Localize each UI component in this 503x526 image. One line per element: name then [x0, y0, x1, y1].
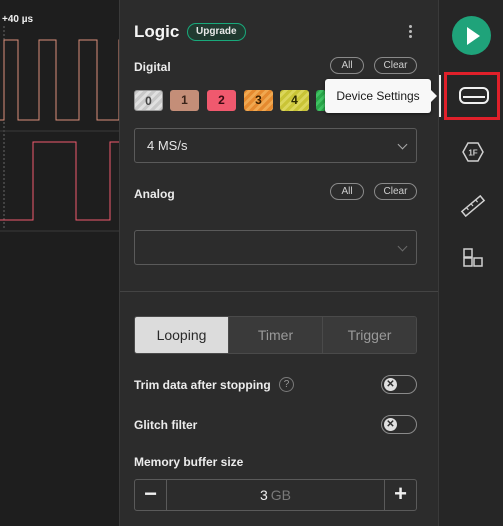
memory-buffer-input[interactable]: 3 GB	[167, 480, 384, 510]
memory-buffer-stepper: − 3 GB +	[134, 479, 417, 511]
waveform-svg	[0, 26, 120, 232]
extensions-button[interactable]	[444, 236, 500, 284]
memory-buffer-label: Memory buffer size	[134, 455, 244, 469]
digital-sample-rate-select[interactable]: 4 MS/s	[134, 128, 417, 163]
measure-button[interactable]	[444, 182, 500, 230]
digital-sample-rate-value: 4 MS/s	[147, 138, 188, 153]
extensions-icon	[463, 248, 483, 267]
analyzers-icon: 1F	[462, 142, 484, 162]
channel-a-trace	[0, 39, 120, 121]
digital-all-button[interactable]: All	[330, 57, 364, 74]
chevron-down-icon	[397, 241, 408, 252]
device-settings-icon	[459, 87, 489, 104]
memory-buffer-unit: GB	[270, 487, 292, 503]
glitch-filter-toggle[interactable]: ✕	[381, 415, 417, 434]
capture-mode-tabs: Looping Timer Trigger	[134, 316, 417, 354]
channel-chip-1[interactable]: 1	[170, 90, 199, 111]
tab-trigger[interactable]: Trigger	[322, 317, 416, 353]
channel-chip-4[interactable]: 4	[280, 90, 309, 111]
chevron-down-icon	[397, 139, 408, 150]
device-settings-button[interactable]	[439, 72, 500, 120]
analog-all-button[interactable]: All	[330, 183, 364, 200]
toggle-off-icon: ✕	[384, 418, 397, 431]
device-settings-tooltip: Device Settings	[325, 79, 437, 113]
memory-buffer-value: 3	[259, 487, 268, 503]
digital-label: Digital	[134, 60, 171, 74]
panel-title: Logic	[134, 22, 180, 41]
analog-label: Analog	[134, 187, 175, 201]
waveform-view[interactable]: +40 µs	[0, 0, 120, 526]
upgrade-badge[interactable]: Upgrade	[187, 23, 246, 41]
channel-chip-3[interactable]: 3	[244, 90, 273, 111]
analog-sample-rate-select[interactable]	[134, 230, 417, 265]
analog-clear-button[interactable]: Clear	[374, 183, 417, 200]
channel-chip-2[interactable]: 2	[207, 90, 236, 111]
trim-data-label: Trim data after stopping	[134, 378, 271, 392]
svg-text:1F: 1F	[468, 149, 477, 158]
decrease-button[interactable]: −	[135, 480, 167, 510]
more-options-icon[interactable]	[409, 25, 413, 40]
digital-clear-button[interactable]: Clear	[374, 57, 417, 74]
right-toolbar: 1F	[438, 0, 503, 526]
toggle-off-icon: ✕	[384, 378, 397, 391]
analyzers-button[interactable]: 1F	[444, 128, 500, 176]
channel-b-trace	[0, 141, 120, 221]
help-icon[interactable]: ?	[279, 377, 294, 392]
tab-timer[interactable]: Timer	[228, 317, 322, 353]
section-divider	[120, 291, 439, 292]
measure-ruler-icon	[460, 194, 486, 218]
channel-chip-0[interactable]: 0	[134, 90, 163, 111]
tab-looping[interactable]: Looping	[135, 317, 228, 353]
glitch-filter-label: Glitch filter	[134, 418, 198, 432]
increase-button[interactable]: +	[384, 480, 416, 510]
play-icon[interactable]	[452, 16, 491, 55]
trim-data-toggle[interactable]: ✕	[381, 375, 417, 394]
